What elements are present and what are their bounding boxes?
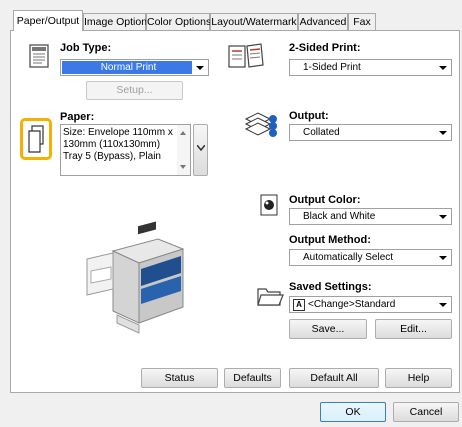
job-type-value: Normal Print	[62, 61, 192, 74]
chevron-down-icon	[439, 215, 447, 219]
tab-fax[interactable]: Fax	[348, 13, 376, 30]
tab-paper-output[interactable]: Paper/Output	[13, 10, 83, 31]
saved-settings-value: <Change>Standard	[308, 299, 396, 310]
paper-info-box: Size: Envelope 110mm x 130mm (110x130mm)…	[60, 124, 191, 176]
two-sided-print-select[interactable]: 1-Sided Print	[289, 59, 452, 76]
paper-info-scrollbar[interactable]	[177, 125, 190, 175]
printer-illustration	[86, 221, 185, 334]
two-sided-print-value: 1-Sided Print	[303, 62, 361, 73]
setup-button[interactable]: Setup...	[86, 81, 183, 100]
chevron-down-icon	[439, 66, 447, 70]
saved-settings-select[interactable]: A <Change>Standard	[289, 296, 452, 313]
two-sided-print-label: 2-Sided Print:	[289, 42, 361, 54]
job-type-select[interactable]: Normal Print	[60, 59, 209, 76]
output-select[interactable]: Collated	[289, 124, 452, 141]
output-value: Collated	[303, 127, 340, 138]
two-sided-print-icon	[228, 43, 264, 68]
help-button[interactable]: Help	[385, 368, 452, 388]
collated-output-icon	[244, 112, 277, 137]
output-label: Output:	[289, 110, 329, 122]
chevron-down-icon	[439, 303, 447, 307]
output-method-select[interactable]: Automatically Select	[289, 249, 452, 266]
tab-layout-watermark[interactable]: Layout/Watermark	[210, 13, 298, 30]
output-color-select[interactable]: Black and White	[289, 208, 452, 225]
tab-image-options[interactable]: Image Options	[83, 13, 152, 30]
output-color-value: Black and White	[303, 211, 376, 222]
paper-label: Paper:	[60, 111, 95, 123]
edit-button[interactable]: Edit...	[375, 319, 452, 339]
paper-info-text: Size: Envelope 110mm x 130mm (110x130mm)…	[63, 127, 173, 162]
chevron-down-icon	[439, 131, 447, 135]
tab-panel: Job Type: Normal Print Setup... 2-Sided …	[10, 30, 460, 393]
standard-setting-icon: A	[293, 299, 305, 311]
cancel-button[interactable]: Cancel	[393, 402, 459, 422]
output-method-label: Output Method:	[289, 234, 371, 246]
job-type-document-icon	[29, 44, 49, 68]
save-button[interactable]: Save...	[289, 319, 367, 339]
tab-advanced[interactable]: Advanced	[298, 13, 348, 30]
chevron-down-icon	[196, 66, 204, 70]
status-button[interactable]: Status	[141, 368, 218, 388]
tab-color-options[interactable]: Color Options	[146, 13, 211, 30]
paper-dropdown-button[interactable]	[193, 124, 208, 176]
default-all-button[interactable]: Default All	[289, 368, 379, 388]
chevron-down-icon	[197, 145, 205, 151]
paper-icon	[28, 125, 44, 153]
output-color-icon	[260, 194, 278, 216]
folder-icon	[257, 288, 284, 306]
output-color-label: Output Color:	[289, 194, 361, 206]
scroll-down-icon[interactable]	[180, 165, 186, 169]
ok-button[interactable]: OK	[320, 402, 386, 422]
defaults-button[interactable]: Defaults	[224, 368, 281, 388]
saved-settings-label: Saved Settings:	[289, 281, 372, 293]
chevron-down-icon	[439, 256, 447, 260]
job-type-label: Job Type:	[60, 42, 112, 54]
scroll-up-icon[interactable]	[180, 131, 186, 135]
output-method-value: Automatically Select	[303, 252, 394, 263]
